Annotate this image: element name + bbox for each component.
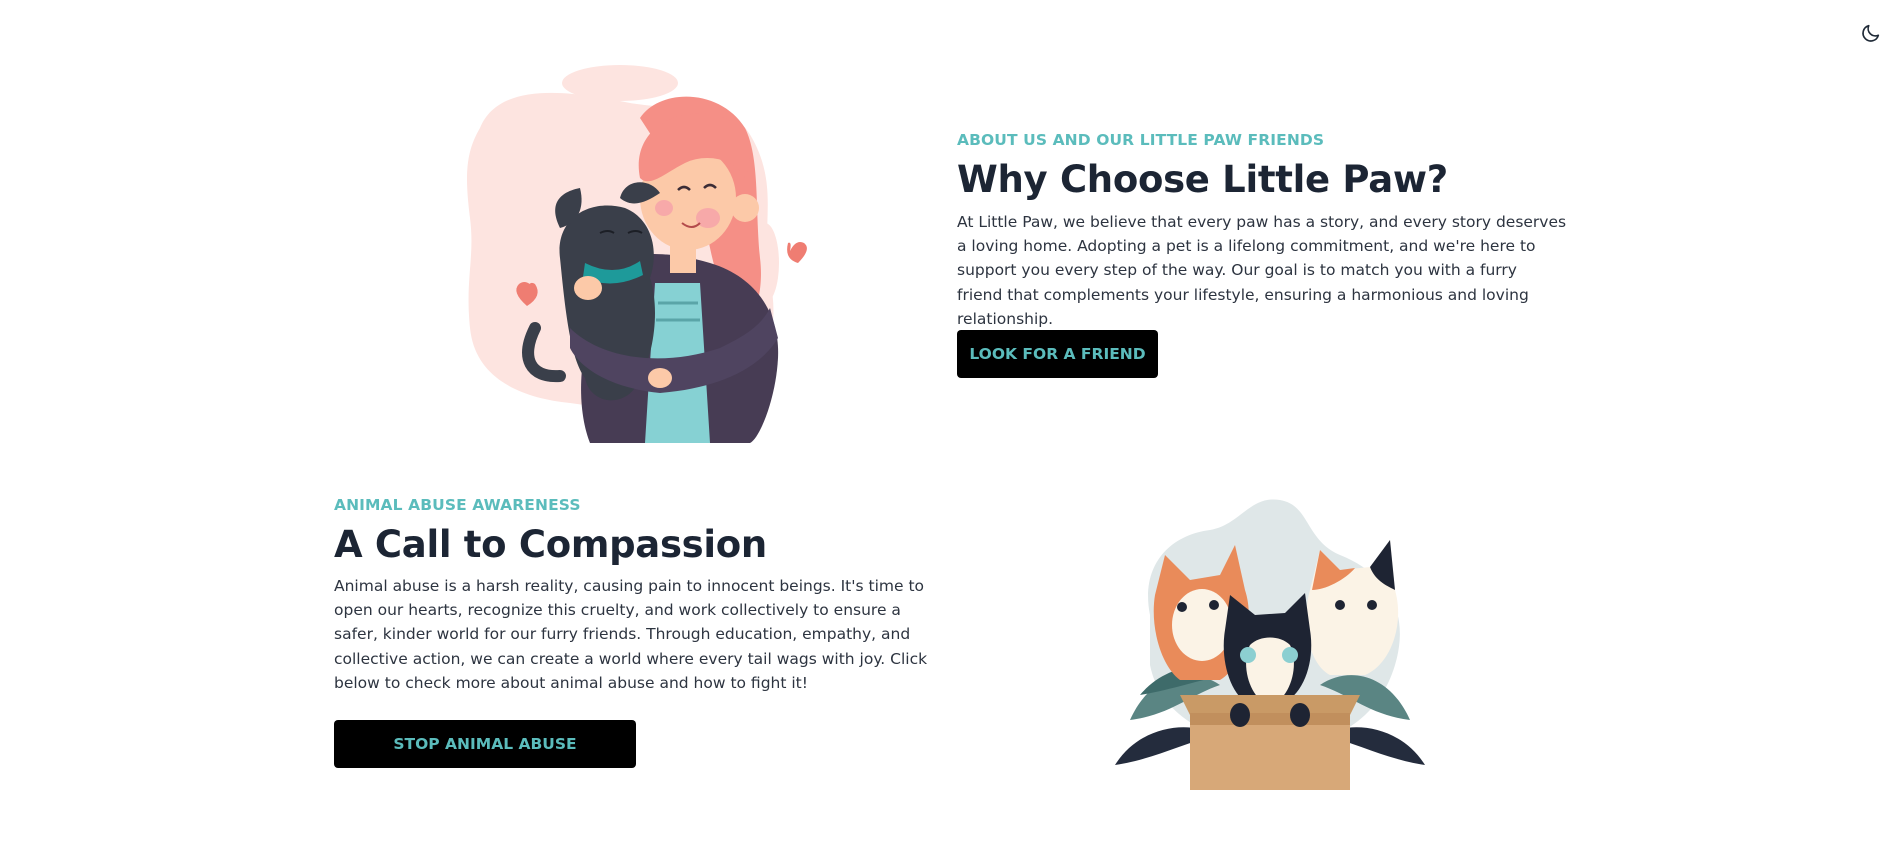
woman-hugging-dog-illustration bbox=[467, 65, 807, 443]
awareness-eyebrow: ANIMAL ABUSE AWARENESS bbox=[334, 496, 581, 514]
moon-icon bbox=[1862, 24, 1880, 42]
about-description: At Little Paw, we believe that every paw… bbox=[957, 213, 1567, 328]
stop-animal-abuse-button[interactable]: STOP ANIMAL ABUSE bbox=[334, 720, 636, 768]
awareness-title: A Call to Compassion bbox=[334, 523, 767, 566]
awareness-description: Animal abuse is a harsh reality, causing… bbox=[334, 577, 928, 692]
cats-in-box-illustration bbox=[1115, 499, 1425, 790]
about-title: Why Choose Little Paw? bbox=[957, 158, 1448, 201]
theme-toggle-button[interactable] bbox=[1858, 20, 1884, 46]
about-eyebrow: ABOUT US AND OUR LITTLE PAW FRIENDS bbox=[957, 131, 1325, 149]
look-for-a-friend-button[interactable]: LOOK FOR A FRIEND bbox=[957, 330, 1158, 378]
